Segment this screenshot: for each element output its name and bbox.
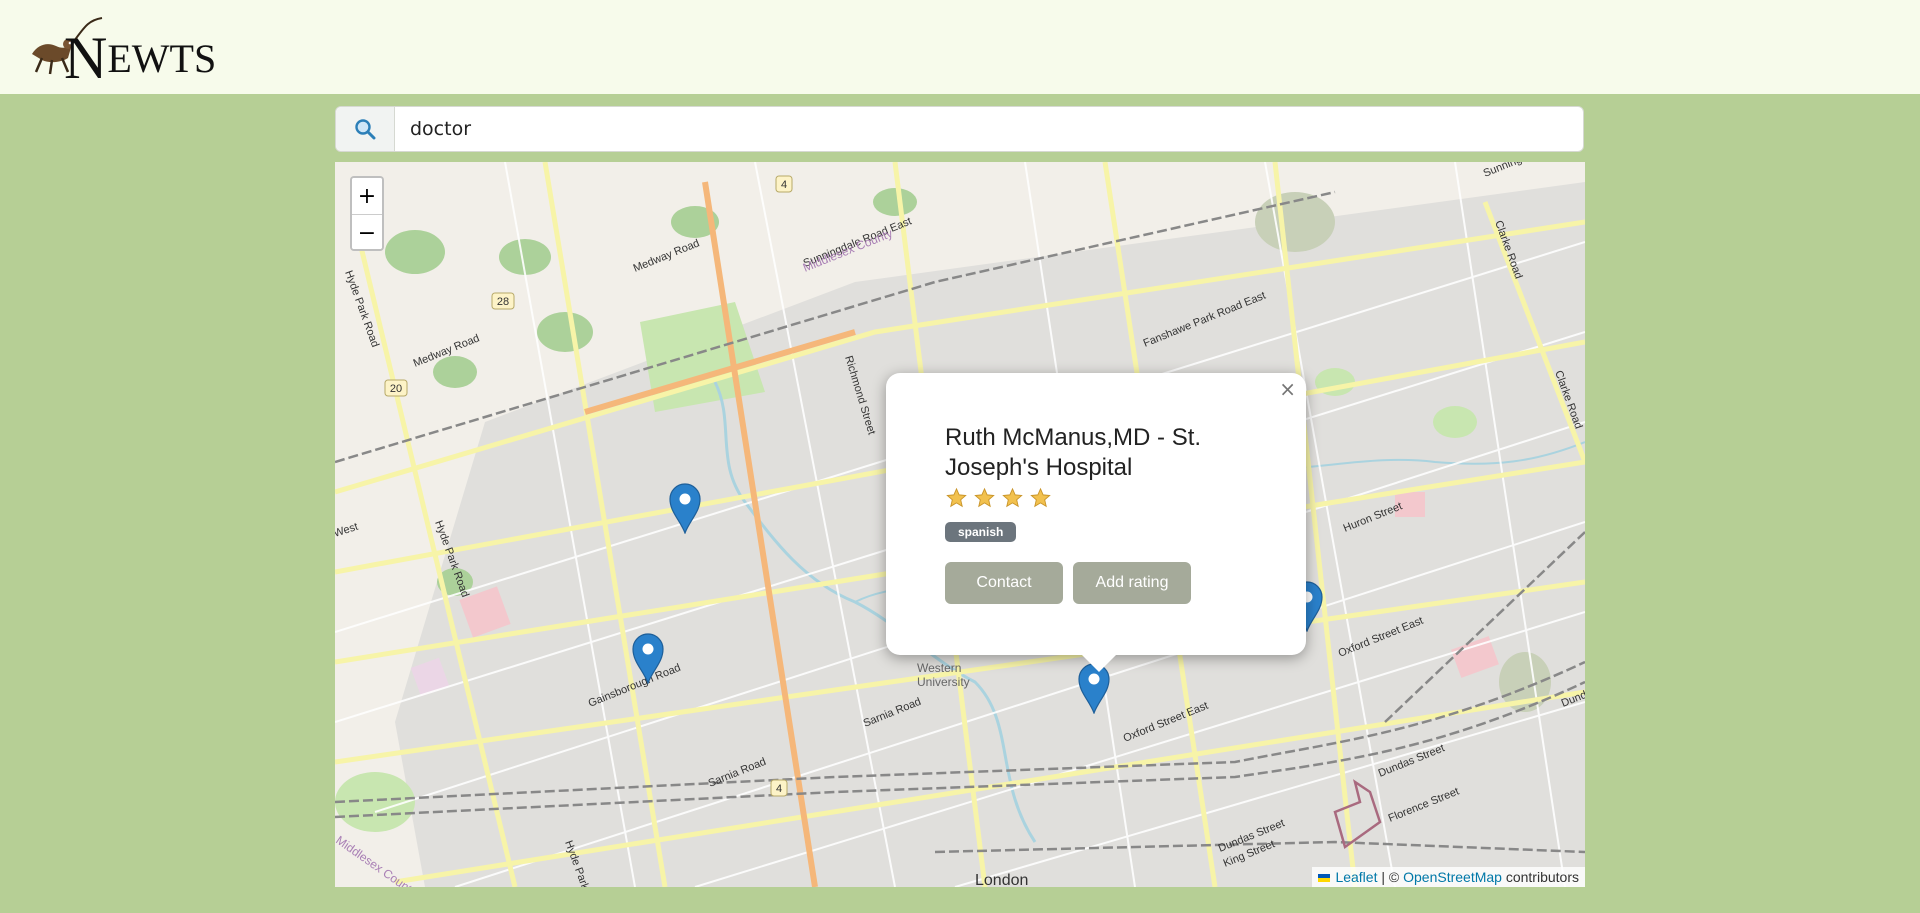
map-marker-icon[interactable] (631, 632, 665, 684)
map-attribution: Leaflet | © OpenStreetMap contributors (1311, 867, 1585, 887)
attribution-contributors: contributors (1505, 869, 1579, 885)
rating-stars (945, 487, 1052, 509)
map-marker-icon[interactable] (668, 482, 702, 534)
search-button[interactable] (336, 107, 395, 151)
logo-wordmark[interactable]: NEWTS (64, 22, 216, 88)
header: NEWTS (0, 0, 1920, 94)
route-shield-4-top: 4 (775, 175, 793, 193)
attribution-separator: | © (1381, 869, 1400, 885)
zoom-out-button[interactable]: − (352, 215, 382, 249)
label-london: London (975, 872, 1028, 887)
popup-title: Ruth McManus,MD - St. Joseph's Hospital (945, 424, 1202, 481)
zoom-control: + − (350, 176, 384, 251)
route-shield-20: 20 (384, 379, 408, 397)
label-western-university-line1: Western (917, 661, 961, 675)
openstreetmap-link[interactable]: OpenStreetMap (1403, 869, 1502, 885)
search-bar (335, 106, 1584, 152)
ukraine-flag-icon (1317, 874, 1330, 883)
zoom-in-button[interactable]: + (352, 178, 382, 215)
contact-button[interactable]: Contact (945, 562, 1063, 604)
search-input[interactable] (410, 107, 1560, 151)
leaflet-link[interactable]: Leaflet (1335, 869, 1377, 885)
svg-text:4: 4 (776, 783, 782, 795)
close-icon[interactable]: × (1279, 379, 1296, 399)
language-tag: spanish (945, 522, 1017, 542)
star-icon (974, 487, 995, 508)
popup-tip (1081, 654, 1117, 672)
svg-text:28: 28 (497, 296, 509, 308)
route-shield-4-bottom: 4 (770, 779, 788, 797)
search-icon (355, 119, 376, 140)
star-icon (1002, 487, 1023, 508)
route-shield-28: 28 (491, 292, 515, 310)
marker-popup: × Ruth McManus,MD - St. Joseph's Hospita… (886, 373, 1306, 655)
star-icon (946, 487, 967, 508)
add-rating-button[interactable]: Add rating (1073, 562, 1191, 604)
star-icon (1030, 487, 1051, 508)
label-western-university-line2: University (917, 675, 970, 689)
svg-text:4: 4 (781, 179, 787, 191)
svg-text:20: 20 (390, 383, 402, 395)
